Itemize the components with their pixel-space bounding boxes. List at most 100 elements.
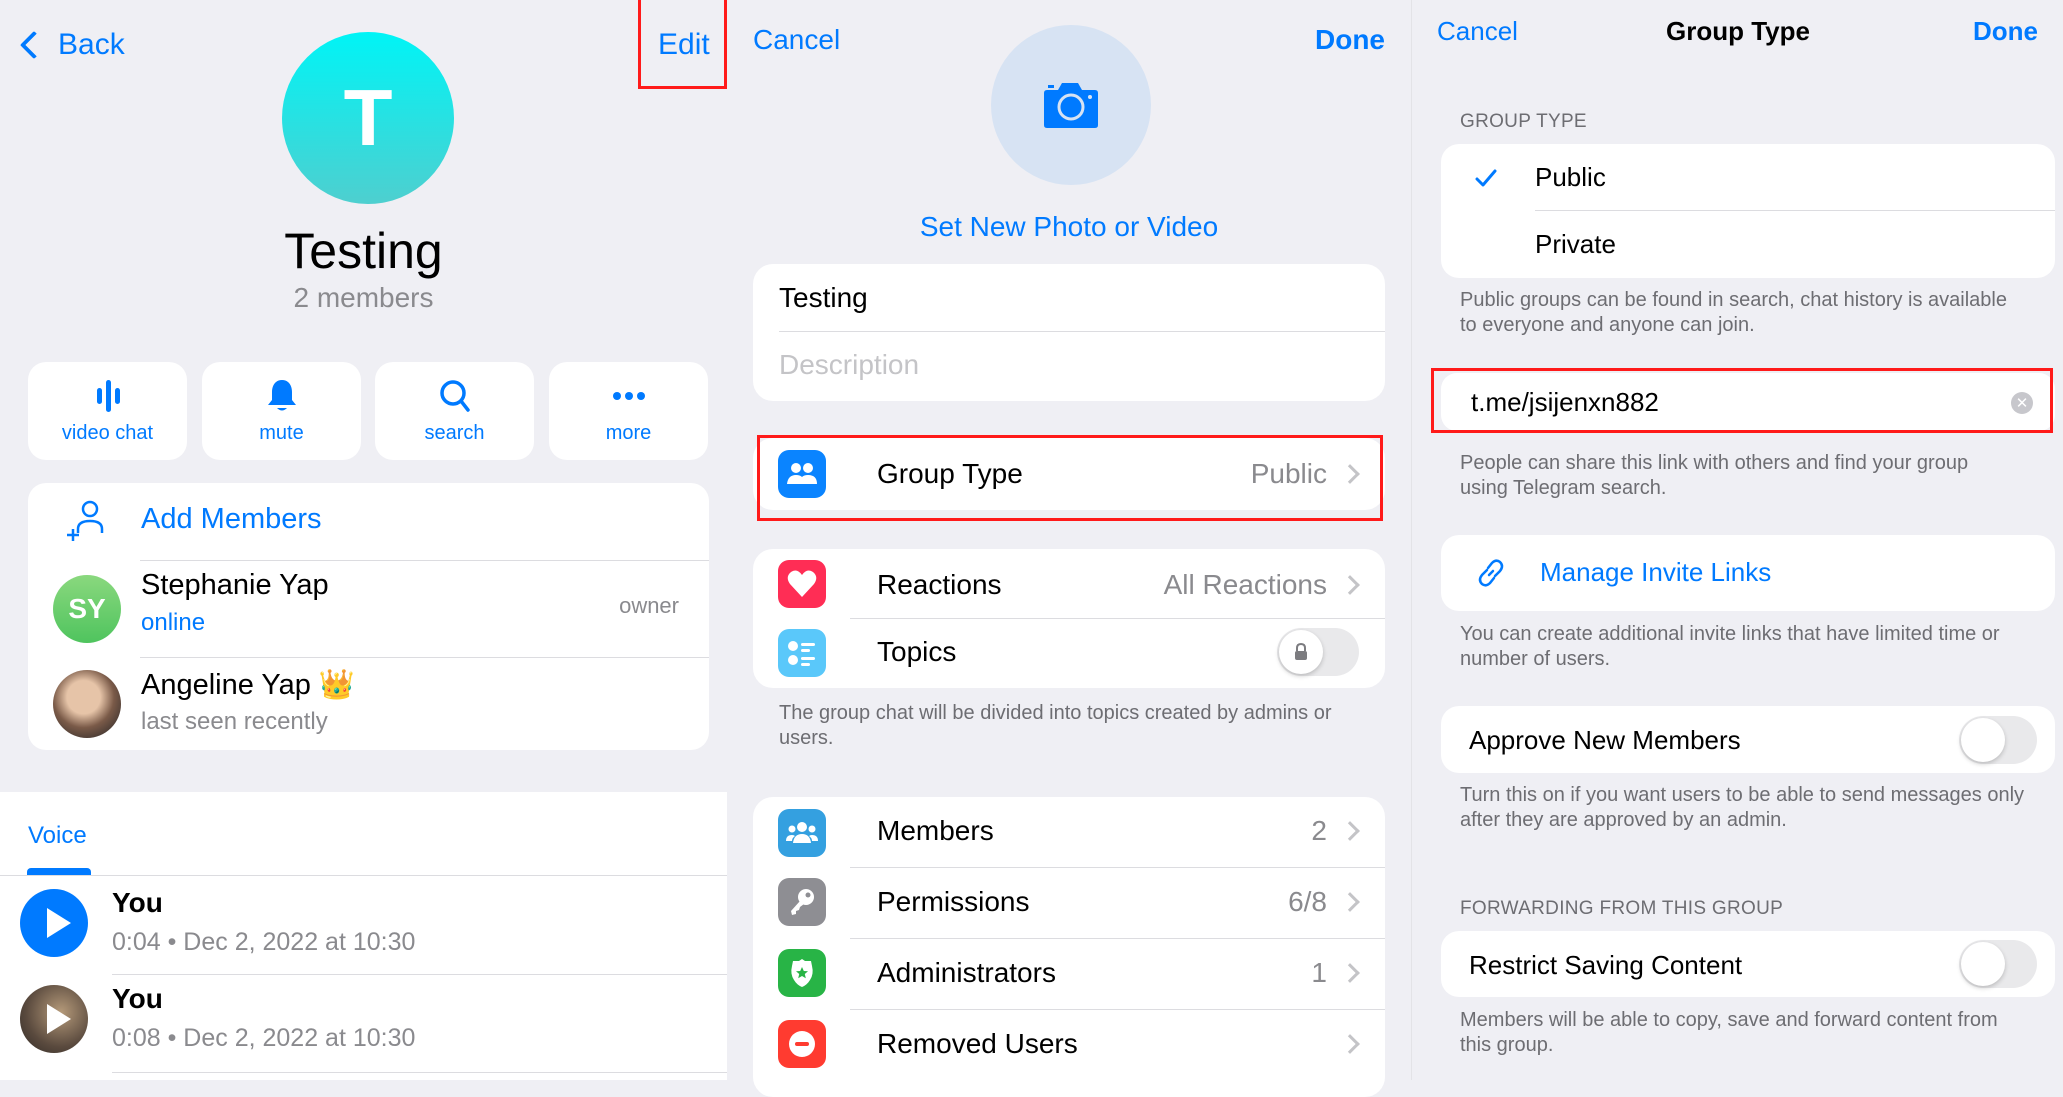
more-label: more	[605, 421, 652, 444]
group-info-panel: Back Edit T Testing 2 members video chat…	[0, 0, 727, 1080]
description-input[interactable]: Description	[779, 349, 919, 381]
member-row[interactable]: Angeline Yap 👑 last seen recently	[28, 658, 709, 750]
group-type-panel: Cancel Group Type Done GROUP TYPE Public…	[1411, 0, 2063, 1080]
mute-button[interactable]: mute	[202, 362, 361, 460]
group-type-label: Group Type	[877, 458, 1023, 489]
permissions-value: 6/8	[1288, 886, 1327, 917]
member-row[interactable]: SY Stephanie Yap online owner	[28, 561, 709, 656]
add-member-icon	[67, 500, 104, 541]
option-label: Private	[1535, 229, 1616, 259]
removed-users-row[interactable]: Removed Users	[753, 1010, 1385, 1080]
restrict-footer: Members will be able to copy, save and f…	[1460, 1009, 1998, 1056]
cancel-button[interactable]: Cancel	[753, 24, 840, 56]
tab-voice[interactable]: Voice	[28, 822, 87, 850]
members-label: Members	[877, 815, 994, 846]
group-type-footer: Public groups can be found in search, ch…	[1460, 289, 2007, 336]
group-type-options: Public Private	[1441, 144, 2055, 278]
chevron-left-icon	[19, 30, 49, 60]
name-description-card: Testing Description	[753, 264, 1385, 401]
topics-footer: The group chat will be divided into topi…	[779, 702, 1332, 749]
approve-new-members-row: Approve New Members	[1441, 706, 2055, 773]
add-members-button[interactable]: Add Members	[28, 483, 709, 559]
mute-label: mute	[259, 421, 304, 444]
voice-wave-icon	[96, 379, 120, 412]
voice-message-row[interactable]: You 0:08 • Dec 2, 2022 at 10:30	[0, 975, 727, 1073]
chevron-right-icon	[1340, 892, 1360, 912]
member-count: 2 members	[293, 282, 434, 313]
page-title: Group Type	[1666, 16, 1810, 46]
administration-card: Members 2 Permissions 6/8 Administrators…	[753, 797, 1385, 1097]
voice-sender: You	[112, 887, 163, 918]
avatar	[53, 670, 121, 738]
option-public[interactable]: Public	[1441, 144, 2055, 210]
manage-invite-links-button[interactable]: Manage Invite Links	[1441, 535, 2055, 611]
public-link-input[interactable]: t.me/jsijenxn882	[1471, 387, 1659, 418]
lock-icon	[1279, 630, 1323, 674]
avatar-initials: SY	[68, 593, 106, 624]
member-status: online	[141, 609, 206, 636]
chevron-right-icon	[1340, 821, 1360, 841]
avatar-letter: T	[343, 73, 393, 162]
approve-new-members-toggle[interactable]	[1959, 716, 2037, 764]
group-name-input[interactable]: Testing	[779, 282, 868, 314]
camera-icon	[1044, 83, 1098, 128]
voice-sender: You	[112, 983, 163, 1014]
edit-button[interactable]: Edit	[658, 28, 710, 62]
search-button[interactable]: search	[375, 362, 534, 460]
more-dots-icon	[612, 391, 645, 400]
add-members-label: Add Members	[141, 503, 322, 535]
members-value: 2	[1311, 815, 1327, 846]
administrators-row[interactable]: Administrators 1	[753, 939, 1385, 1009]
restrict-saving-toggle[interactable]	[1959, 940, 2037, 988]
approve-footer: Turn this on if you want users to be abl…	[1460, 784, 2025, 831]
play-icon[interactable]	[20, 985, 88, 1053]
forwarding-section-header: FORWARDING FROM THIS GROUP	[1460, 898, 1784, 919]
member-role: owner	[619, 593, 679, 618]
reactions-value: All Reactions	[1163, 569, 1327, 600]
toggle-knob	[1961, 718, 2005, 762]
member-status: last seen recently	[141, 708, 328, 735]
restrict-saving-row: Restrict Saving Content	[1441, 931, 2055, 997]
reactions-row[interactable]: Reactions All Reactions	[753, 549, 1385, 618]
reactions-label: Reactions	[877, 569, 1002, 600]
group-name: Testing	[284, 223, 443, 279]
group-type-row[interactable]: Group Type Public	[753, 438, 1385, 510]
members-row[interactable]: Members 2	[753, 797, 1385, 867]
approve-new-members-label: Approve New Members	[1469, 725, 1741, 755]
checkmark-icon	[1475, 169, 1497, 187]
more-button[interactable]: more	[549, 362, 708, 460]
link-icon	[1478, 559, 1504, 587]
set-new-photo-button[interactable]: Set New Photo or Video	[727, 211, 1411, 243]
permissions-row[interactable]: Permissions 6/8	[753, 868, 1385, 938]
topics-toggle[interactable]	[1277, 628, 1359, 676]
public-link-field[interactable]: t.me/jsijenxn882 ✕	[1441, 373, 2055, 431]
divider	[779, 331, 1385, 332]
removed-users-label: Removed Users	[877, 1028, 1078, 1059]
play-icon[interactable]	[20, 889, 88, 957]
clear-icon[interactable]: ✕	[2011, 392, 2033, 414]
back-label: Back	[58, 28, 125, 61]
shared-media-section: Voice You 0:04 • Dec 2, 2022 at 10:30 Yo…	[0, 792, 727, 1080]
avatar: SY	[53, 575, 121, 643]
set-photo-avatar[interactable]	[991, 25, 1151, 185]
chevron-right-icon	[1340, 575, 1360, 595]
key-icon	[778, 878, 826, 926]
topics-label: Topics	[877, 636, 957, 667]
group-avatar[interactable]: T	[282, 32, 454, 204]
manage-links-footer: You can create additional invite links t…	[1460, 623, 2000, 670]
divider	[112, 1072, 727, 1073]
administrators-label: Administrators	[877, 957, 1056, 988]
group-type-icon	[778, 450, 826, 498]
option-private[interactable]: Private	[1441, 211, 2055, 278]
members-card: Add Members SY Stephanie Yap online owne…	[28, 483, 709, 750]
manage-invite-links-label: Manage Invite Links	[1540, 557, 1772, 587]
video-chat-button[interactable]: video chat	[28, 362, 187, 460]
permissions-label: Permissions	[877, 886, 1030, 917]
done-button[interactable]: Done	[1973, 16, 2038, 47]
back-button[interactable]: Back	[12, 28, 125, 62]
voice-message-row[interactable]: You 0:04 • Dec 2, 2022 at 10:30	[0, 876, 727, 974]
topics-row: Topics	[753, 619, 1385, 688]
badge-star-icon	[778, 949, 826, 997]
voice-meta: 0:04 • Dec 2, 2022 at 10:30	[112, 928, 416, 956]
done-button[interactable]: Done	[1315, 24, 1385, 56]
